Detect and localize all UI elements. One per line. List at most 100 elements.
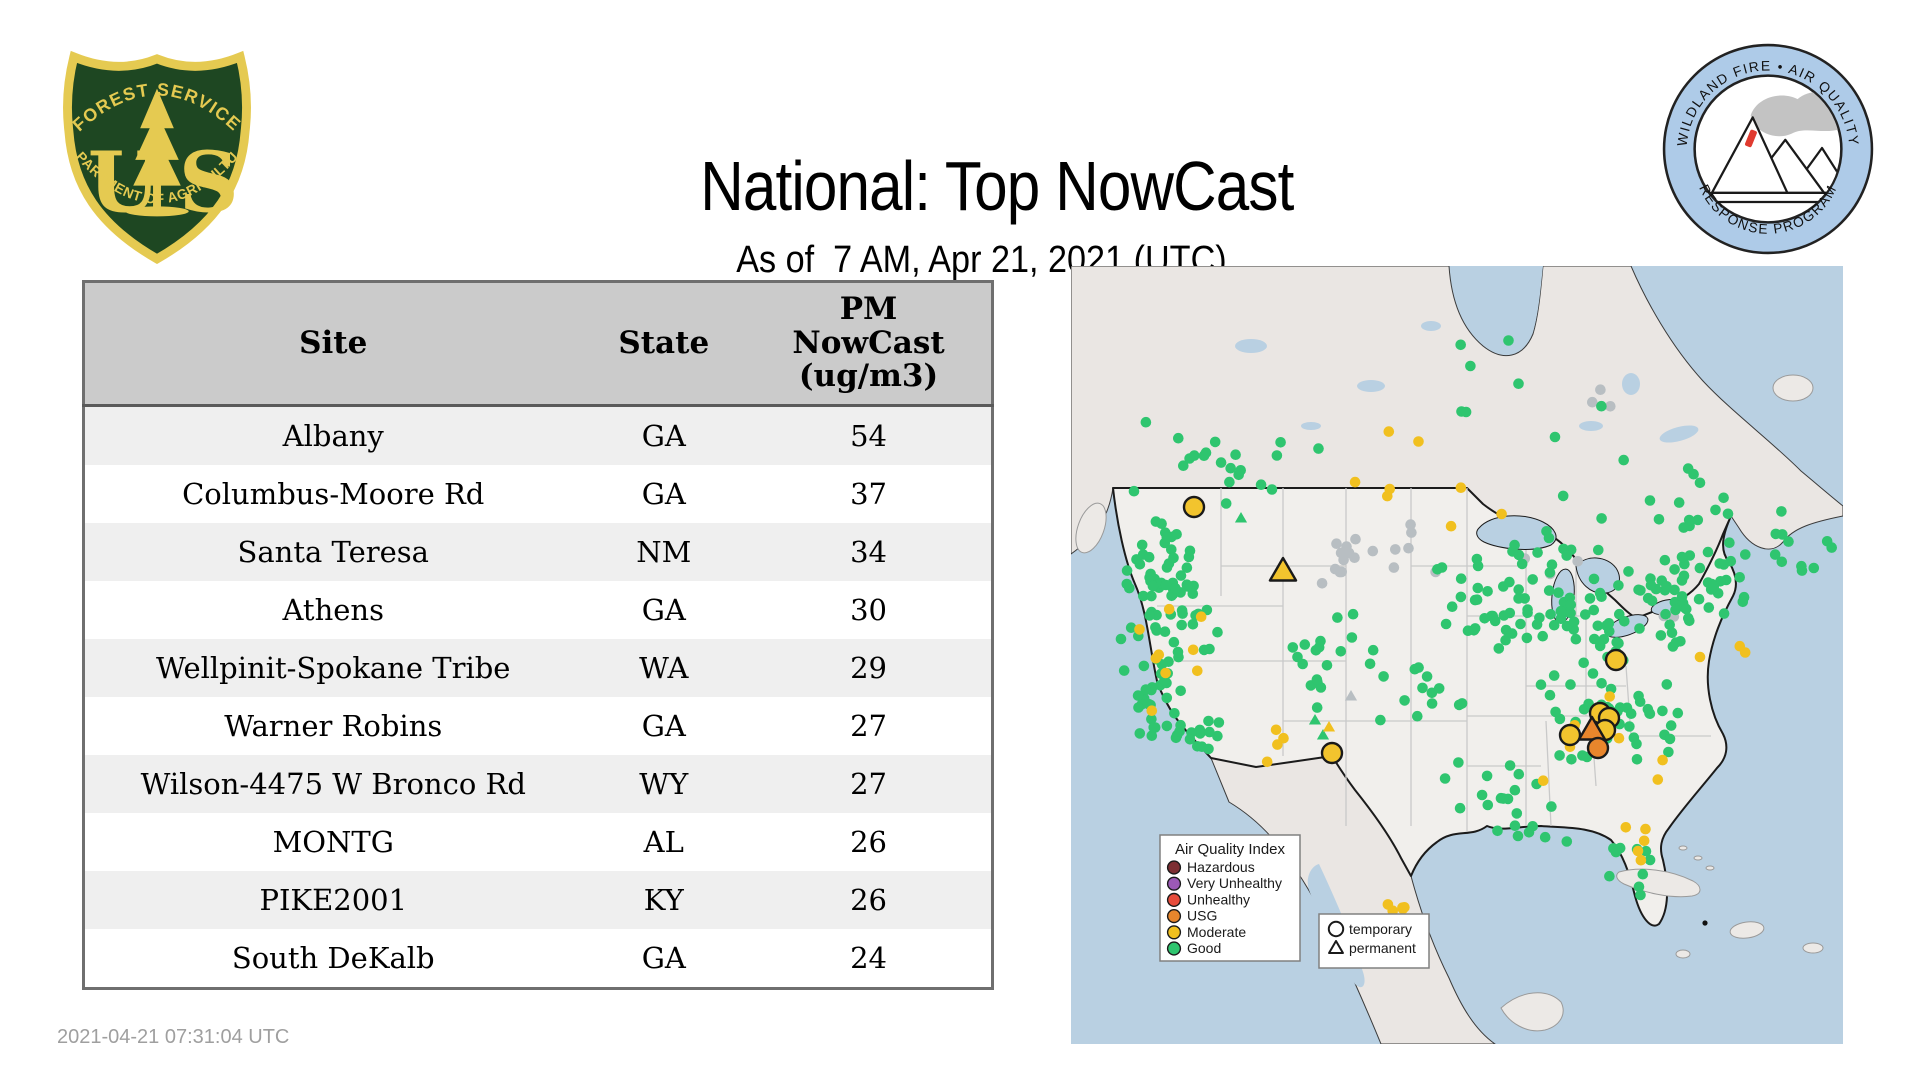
good-monitor-dot <box>1796 560 1807 572</box>
good-monitor-dot <box>1161 720 1173 732</box>
moderate-monitor-dot <box>1397 902 1408 913</box>
table-cell: GA <box>641 941 686 975</box>
legend-color-dot <box>1166 892 1182 908</box>
good-monitor-dot <box>1482 799 1494 811</box>
good-monitor-dot <box>1275 437 1286 448</box>
good-monitor-dot <box>1161 692 1173 704</box>
good-monitor-dot <box>1688 468 1699 480</box>
good-monitor-dot <box>1619 616 1630 627</box>
good-monitor-dot <box>1633 584 1644 596</box>
nowcast-table: Site State PM NowCast (ug/m3) Albany GA 54 Colu… <box>82 280 994 990</box>
table-cell: 29 <box>850 651 887 685</box>
good-monitor-dot <box>1666 627 1678 639</box>
table-cell: Wilson-4475 W Bronco Rd <box>140 767 526 801</box>
good-monitor-dot <box>1664 733 1676 745</box>
good-monitor-dot <box>1673 497 1685 508</box>
good-monitor-dot <box>1498 793 1509 804</box>
good-monitor-dot <box>1534 612 1545 624</box>
good-monitor-dot <box>1653 514 1665 525</box>
good-monitor-dot <box>1527 574 1538 585</box>
good-monitor-dot <box>1511 808 1523 819</box>
moderate-monitor-dot <box>1632 845 1644 857</box>
good-monitor-dot <box>1177 608 1188 619</box>
moderate-monitor-dot <box>1734 640 1746 652</box>
legend-item-label: Very Unhealthy <box>1187 875 1282 891</box>
good-monitor-dot <box>1168 636 1180 648</box>
good-monitor-dot <box>1566 754 1577 765</box>
good-monitor-dot <box>1509 784 1521 796</box>
legend-item-label: Good <box>1187 940 1221 956</box>
good-monitor-dot <box>1722 508 1734 520</box>
missing-monitor-dot <box>1316 578 1328 589</box>
good-monitor-dot <box>1694 477 1706 489</box>
good-monitor-dot <box>1543 585 1555 596</box>
good-monitor-dot <box>1187 588 1199 599</box>
good-monitor-dot <box>1522 604 1533 615</box>
good-monitor-dot <box>1523 827 1535 838</box>
table-row: MONTG AL 26 <box>83 813 993 871</box>
table-row: South DeKalb GA 24 <box>83 929 993 989</box>
good-monitor-dot <box>1421 671 1433 682</box>
good-monitor-dot <box>1561 550 1572 561</box>
table-row: Wellpinit-Spokane Tribe WA 29 <box>83 639 993 697</box>
good-monitor-dot <box>1140 684 1152 695</box>
good-monitor-dot <box>1453 757 1464 768</box>
table-cell: 34 <box>850 535 887 569</box>
good-monitor-dot <box>1521 632 1533 644</box>
good-monitor-dot <box>1553 587 1564 598</box>
good-monitor-dot <box>1220 498 1232 509</box>
good-monitor-dot <box>1173 432 1184 444</box>
table-cell: Columbus-Moore Rd <box>182 477 485 511</box>
good-monitor-dot <box>1557 490 1569 502</box>
good-monitor-dot <box>1503 335 1514 346</box>
good-monitor-dot <box>1482 586 1493 597</box>
table-row: Wilson-4475 W Bronco Rd WY 27 <box>83 755 993 813</box>
table-row: Albany GA 54 <box>83 405 993 465</box>
good-monitor-dot <box>1644 495 1656 506</box>
good-monitor-dot <box>1481 770 1493 782</box>
moderate-monitor-dot <box>1694 651 1706 663</box>
good-monitor-dot <box>1479 613 1490 624</box>
good-monitor-dot <box>1432 564 1443 575</box>
good-monitor-dot <box>1545 609 1556 620</box>
good-monitor-dot <box>1266 484 1278 495</box>
moderate-monitor-dot <box>1195 611 1207 622</box>
good-monitor-dot <box>1471 594 1483 605</box>
moderate-monitor-dot <box>1652 774 1664 785</box>
good-monitor-dot <box>1670 637 1682 648</box>
good-monitor-dot <box>1472 560 1484 572</box>
moderate-monitor-dot <box>1413 436 1424 447</box>
small-station-dot <box>1702 920 1708 926</box>
good-monitor-dot <box>1513 768 1525 780</box>
good-monitor-dot <box>1426 698 1438 709</box>
moderate-monitor-dot <box>1192 665 1203 677</box>
good-monitor-dot <box>1777 529 1788 540</box>
moderate-monitor-dot <box>1134 624 1145 635</box>
good-monitor-dot <box>1212 626 1223 638</box>
good-monitor-dot <box>1292 651 1303 663</box>
air-quality-map: Air Quality Index Hazardous Very Unhealth… <box>1071 266 1843 1044</box>
good-monitor-dot <box>1561 836 1573 847</box>
good-monitor-dot <box>1737 596 1749 608</box>
good-monitor-dot <box>1588 573 1600 585</box>
good-monitor-dot <box>1678 522 1689 533</box>
moderate-monitor-dot <box>1445 520 1457 532</box>
good-monitor-dot <box>1215 457 1227 468</box>
good-monitor-dot <box>1548 619 1560 631</box>
legend-color-dot <box>1166 876 1182 891</box>
good-monitor-dot <box>1568 616 1580 628</box>
good-monitor-dot <box>1593 544 1604 556</box>
good-monitor-dot <box>1513 378 1524 389</box>
good-monitor-dot <box>1672 707 1684 719</box>
good-monitor-dot <box>1565 599 1577 611</box>
table-cell: NM <box>636 535 692 569</box>
good-monitor-dot <box>1631 754 1643 765</box>
good-monitor-dot <box>1184 545 1196 557</box>
good-monitor-dot <box>1548 670 1560 681</box>
table-cell: GA <box>641 477 686 511</box>
good-monitor-dot <box>1708 580 1720 592</box>
table-row: Warner Robins GA 27 <box>83 697 993 755</box>
highlighted-monitor-circle <box>1604 648 1628 672</box>
table-cell: AL <box>643 825 684 859</box>
good-monitor-dot <box>1204 643 1215 655</box>
